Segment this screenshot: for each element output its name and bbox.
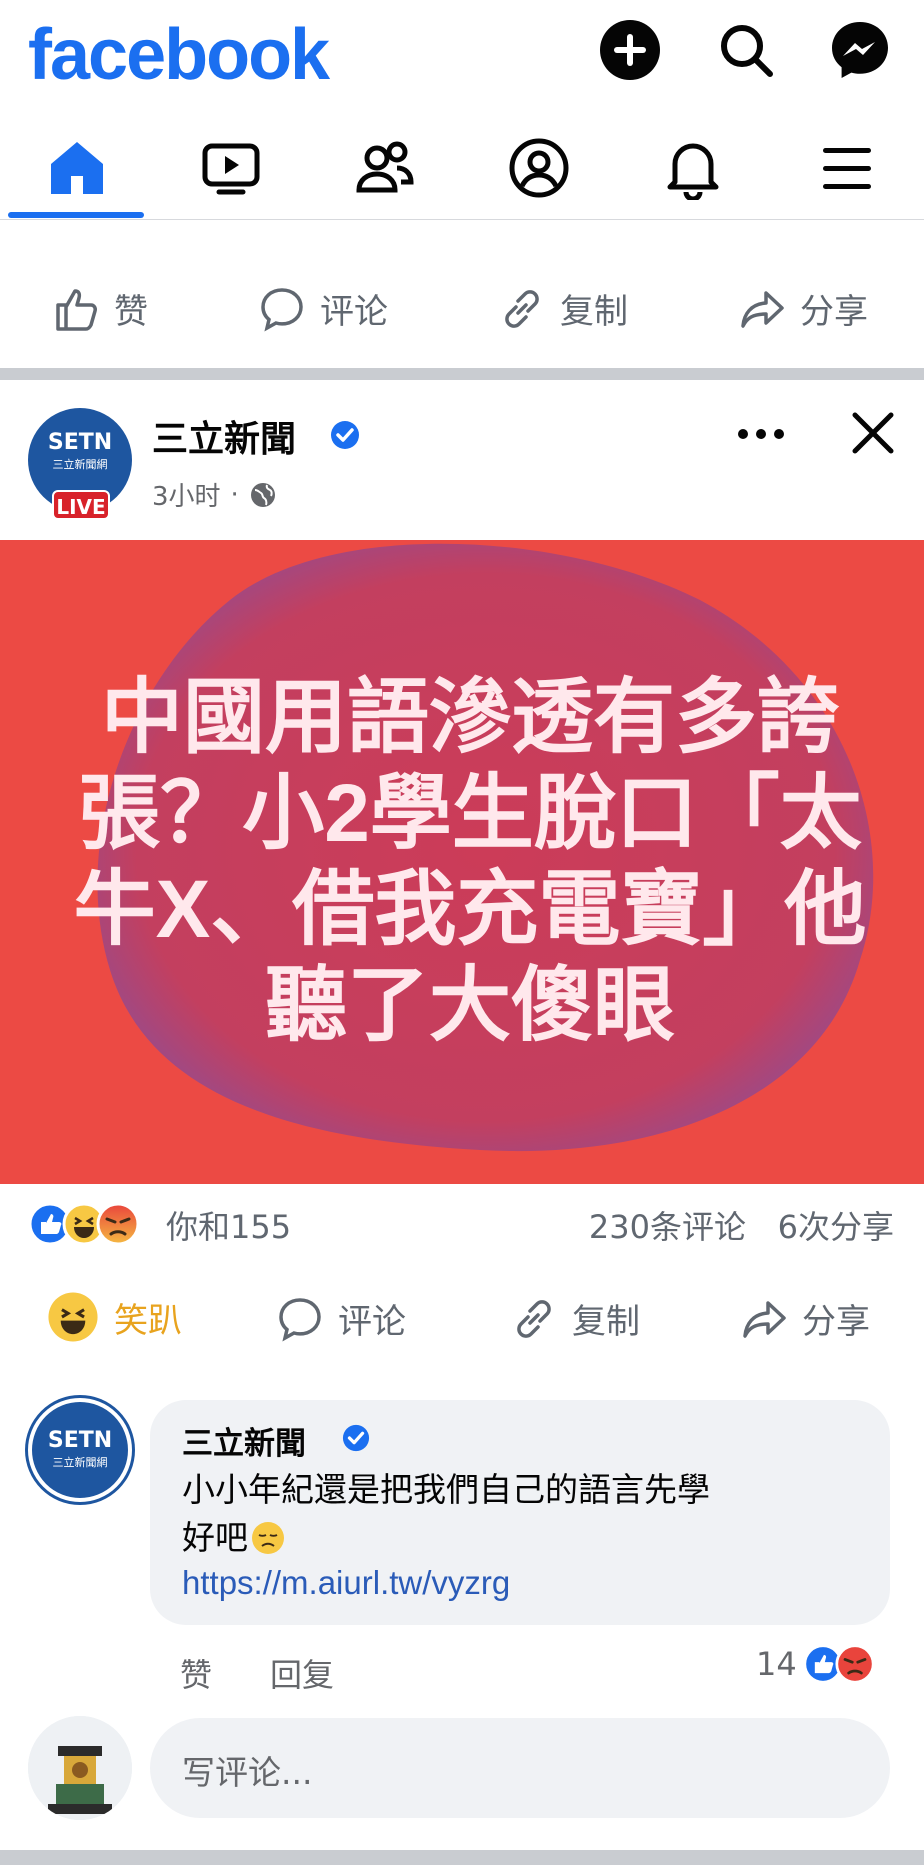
comment-text: 小小年紀還是把我們自己的語言先學 好吧 — [182, 1466, 882, 1562]
meta-dot: · — [230, 479, 239, 510]
haha-reaction-icon — [48, 1292, 98, 1342]
comment-like-link[interactable]: 赞 — [180, 1650, 212, 1696]
reaction-label: 笑趴 — [114, 1300, 182, 1341]
headline-line-2: 張？小2學生脫口「太 — [78, 768, 862, 859]
angry-reaction-icon — [96, 1202, 140, 1246]
copy-label: 复制 — [560, 292, 628, 332]
video-icon — [202, 143, 260, 195]
angry-reaction-icon — [835, 1644, 875, 1684]
facebook-logo[interactable]: facebook — [28, 14, 330, 96]
like-label: 赞 — [114, 292, 148, 332]
headline-line-4: 聽了大傻眼 — [264, 960, 675, 1051]
comment-bubble: 三立新聞 小小年紀還是把我們自己的語言先學 好吧 https://m.aiurl… — [150, 1400, 890, 1625]
user-avatar-image — [28, 1716, 132, 1820]
commenter-avatar[interactable]: SETN 三立新聞網 — [28, 1398, 132, 1502]
post-stats: 你和155 230条评论 6次分享 — [0, 1190, 924, 1260]
avatar-logo-subtext: 三立新聞網 — [52, 1456, 108, 1469]
tab-menu[interactable] — [792, 118, 902, 218]
share-arrow-icon — [741, 290, 784, 328]
close-icon[interactable] — [848, 408, 898, 458]
active-tab-indicator — [8, 212, 144, 218]
comment-icon — [279, 1297, 321, 1341]
home-icon — [51, 142, 103, 194]
tab-profile[interactable] — [484, 118, 594, 218]
share-arrow-icon — [743, 1300, 786, 1338]
comment-label: 评论 — [320, 292, 388, 332]
reaction-icons[interactable] — [28, 1202, 160, 1246]
reactions-summary[interactable]: 你和155 — [166, 1202, 291, 1248]
share-label: 分享 — [802, 1302, 870, 1342]
comment-input-placeholder: 写评论... — [182, 1753, 313, 1792]
messenger-button[interactable] — [828, 18, 892, 82]
verified-badge-icon — [342, 1424, 370, 1452]
avatar-logo-text: SETN — [47, 430, 113, 455]
friends-icon — [356, 141, 414, 193]
messenger-icon — [832, 22, 888, 78]
headline-text: 中國用語滲透有多誇 張？小2學生脫口「太 牛X、借我充電寶」他 聽了大傻眼 — [70, 670, 870, 1054]
post-image[interactable]: 中國用語滲透有多誇 張？小2學生脫口「太 牛X、借我充電寶」他 聽了大傻眼 — [0, 540, 924, 1184]
comment-author[interactable]: 三立新聞 — [182, 1418, 306, 1463]
post-meta: 3小时 · — [152, 476, 277, 513]
author-name[interactable]: 三立新聞 — [152, 410, 296, 462]
tab-bar — [0, 118, 924, 218]
comment-reactions[interactable]: 14 — [756, 1644, 875, 1684]
verified-badge-icon — [331, 421, 359, 449]
thumbs-up-icon — [56, 288, 97, 331]
comment-reply-link[interactable]: 回复 — [270, 1650, 334, 1696]
more-options-icon[interactable] — [736, 424, 786, 444]
search-button[interactable] — [714, 18, 778, 82]
tab-friends[interactable] — [330, 118, 440, 218]
comment-text-line-1: 小小年紀還是把我們自己的語言先學 — [182, 1470, 710, 1509]
comment-label: 评论 — [338, 1302, 406, 1342]
link-icon — [517, 1299, 551, 1338]
copy-label: 复制 — [572, 1302, 640, 1342]
post-header: SETN 三立新聞網 LIVE 三立新聞 3小时 · — [0, 380, 924, 540]
previous-post-actions: 赞 评论 复制 分享 — [0, 222, 924, 368]
comment-input[interactable]: 写评论... — [150, 1718, 890, 1818]
bell-icon — [667, 143, 719, 200]
post-time: 3小时 — [152, 482, 221, 512]
reaction-button[interactable]: 笑趴 — [46, 1290, 182, 1344]
headline-line-1: 中國用語滲透有多誇 — [100, 672, 839, 763]
copy-button[interactable]: 复制 — [510, 1294, 640, 1343]
comment-button[interactable]: 评论 — [258, 284, 388, 333]
plus-icon — [600, 20, 660, 80]
comment-text-line-2: 好吧 — [182, 1518, 248, 1557]
tab-watch[interactable] — [176, 118, 286, 218]
disappointed-emoji-icon — [252, 1522, 284, 1554]
feed-separator-bottom — [0, 1850, 924, 1865]
top-bar: facebook — [0, 0, 924, 220]
avatar-logo-text: SETN — [47, 1428, 113, 1453]
like-button[interactable]: 赞 — [52, 284, 148, 333]
live-badge: LIVE — [52, 490, 110, 520]
tab-home[interactable] — [22, 118, 132, 218]
search-icon — [721, 25, 773, 77]
profile-icon — [509, 138, 569, 198]
comment-link[interactable]: https://m.aiurl.tw/vyzrg — [182, 1564, 510, 1602]
comment-reaction-count: 14 — [756, 1645, 797, 1683]
comment-button[interactable]: 评论 — [276, 1294, 406, 1343]
headline-line-3: 牛X、借我充電寶」他 — [73, 864, 867, 955]
comments-count[interactable]: 230条评论 — [589, 1202, 746, 1248]
share-button[interactable]: 分享 — [740, 1294, 870, 1343]
create-button[interactable] — [598, 18, 662, 82]
globe-icon — [250, 482, 275, 507]
share-label: 分享 — [800, 292, 868, 332]
user-avatar[interactable] — [28, 1716, 132, 1820]
comment-icon — [261, 287, 303, 331]
post-actions: 笑趴 评论 复制 分享 — [0, 1290, 924, 1350]
shares-count[interactable]: 6次分享 — [778, 1202, 894, 1248]
copy-button[interactable]: 复制 — [498, 284, 628, 333]
tab-notifications[interactable] — [638, 118, 748, 218]
avatar-logo-subtext: 三立新聞網 — [52, 458, 108, 471]
share-button[interactable]: 分享 — [738, 284, 868, 333]
hamburger-menu-icon — [823, 148, 871, 189]
link-icon — [505, 289, 539, 328]
feed-separator — [0, 368, 924, 380]
